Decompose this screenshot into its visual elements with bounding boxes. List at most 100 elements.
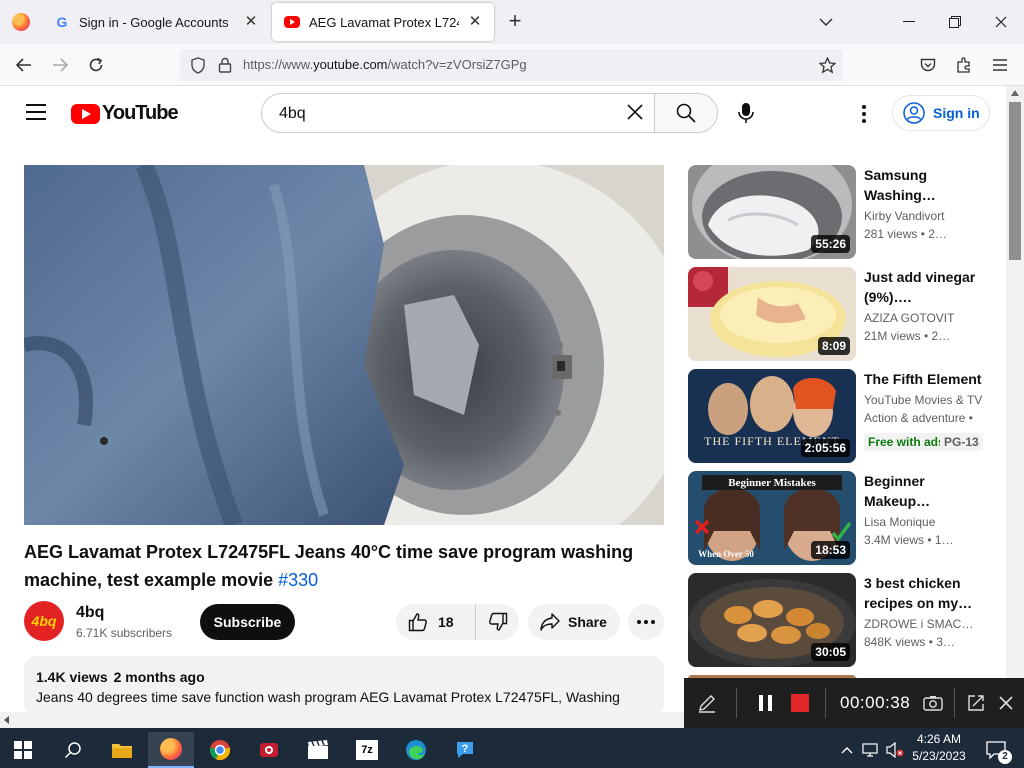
search-value: 4bq (279, 105, 306, 122)
share-icon (540, 613, 560, 631)
bookmark-star-icon[interactable] (815, 53, 839, 77)
screen-recorder-toolbar: 00:00:38 (684, 678, 1024, 728)
expand-icon[interactable] (961, 688, 991, 718)
settings-more-icon[interactable] (852, 100, 876, 128)
recommendation-channel[interactable]: ZDROWE i SMAC… (864, 617, 973, 631)
youtube-logo[interactable]: YouTube (71, 102, 179, 125)
restore-icon[interactable] (932, 0, 978, 44)
guide-menu-icon[interactable] (24, 104, 48, 124)
recommendation-channel[interactable]: Lisa Monique (864, 515, 935, 529)
recommendation-channel[interactable]: AZIZA GOTOVIT (864, 311, 954, 325)
firefox-icon (12, 13, 30, 31)
close-tab-icon[interactable]: ✕ (242, 13, 260, 31)
dislike-button[interactable] (476, 604, 519, 640)
recommendation-channel[interactable]: YouTube Movies & TV (864, 393, 982, 407)
recommendation-thumbnail[interactable]: 55:26 (688, 165, 856, 259)
file-explorer-icon[interactable] (99, 732, 145, 768)
search-button[interactable] (654, 93, 718, 133)
clear-search-icon[interactable] (621, 100, 649, 128)
recommendation-title[interactable]: Samsung Washing… (864, 165, 992, 205)
forward-icon[interactable] (48, 53, 72, 77)
firefox-menu-button[interactable] (0, 0, 42, 44)
stop-record-icon[interactable] (785, 688, 815, 718)
recommendation-thumbnail[interactable]: 30:05 (688, 573, 856, 667)
recommendation-item[interactable]: 30:05 3 best chicken recipes on my… ZDRO… (688, 573, 998, 669)
channel-name[interactable]: 4bq (76, 604, 104, 622)
new-tab-icon[interactable]: + (503, 10, 527, 34)
recommendation-meta: 848K views • 3… (864, 635, 955, 649)
reload-icon[interactable] (84, 53, 108, 77)
like-button[interactable]: 18 (396, 604, 476, 640)
camera-icon[interactable] (918, 688, 948, 718)
system-clock[interactable]: 4:26 AM 5/23/2023 (908, 731, 970, 765)
channel-avatar[interactable]: 4bq (24, 601, 64, 641)
description-box[interactable]: 1.4K views 2 months ago Jeans 40 degrees … (24, 656, 664, 716)
recommendation-thumbnail[interactable]: Beginner Mistakes When Over 50 18:53 (688, 471, 856, 565)
google-favicon-icon: G (56, 14, 68, 30)
list-tabs-icon[interactable] (803, 0, 849, 44)
screen-recorder-app-icon[interactable] (246, 732, 292, 768)
scrollbar-thumb[interactable] (1009, 102, 1021, 260)
more-actions-icon[interactable] (628, 604, 664, 640)
sign-in-button[interactable]: Sign in (892, 95, 990, 131)
pen-icon[interactable] (692, 688, 722, 718)
video-frame (24, 165, 664, 525)
tab-youtube-video[interactable]: AEG Lavamat Protex L72475FL J ✕ (272, 3, 494, 41)
tab-google-sign-in[interactable]: G Sign in - Google Accounts ✕ (42, 0, 270, 44)
firefox-taskbar-icon[interactable] (148, 732, 194, 768)
subscribe-button[interactable]: Subscribe (200, 604, 295, 640)
taskbar-search-icon[interactable] (50, 732, 96, 768)
video-editor-icon[interactable] (295, 732, 341, 768)
youtube-play-icon (71, 103, 100, 124)
volume-muted-icon[interactable] (882, 732, 908, 768)
pause-icon[interactable] (751, 688, 781, 718)
back-icon[interactable] (12, 53, 36, 77)
help-icon[interactable]: ? (442, 732, 488, 768)
close-window-icon[interactable] (978, 0, 1024, 44)
notifications-icon[interactable]: 2 (978, 732, 1014, 768)
clock-date: 5/23/2023 (912, 749, 966, 763)
recommendation-title[interactable]: Beginner Makeup… (864, 471, 992, 511)
pocket-icon[interactable] (916, 53, 940, 77)
recommendation-item[interactable]: Beginner Mistakes When Over 50 18:53 Beg… (688, 471, 998, 567)
menu-icon[interactable] (988, 53, 1012, 77)
recommendation-channel[interactable]: Kirby Vandivort (864, 209, 944, 223)
edge-icon[interactable] (393, 732, 439, 768)
chrome-icon[interactable] (197, 732, 243, 768)
minimize-icon[interactable] (886, 0, 932, 44)
url-text[interactable]: https://www.youtube.com/watch?v=zVOrsiZ7… (243, 57, 527, 72)
windows-taskbar: 7z ? 4:26 AM 5/23/2023 2 (0, 728, 1024, 768)
lock-icon[interactable] (213, 53, 237, 77)
recommendation-thumbnail[interactable]: THE FIFTH ELEMENT 2:05:56 (688, 369, 856, 463)
youtube-logo-text: YouTube (102, 102, 179, 124)
recommendation-title[interactable]: 3 best chicken recipes on my… (864, 573, 992, 613)
scroll-up-icon[interactable] (1011, 90, 1019, 96)
url-bar[interactable]: https://www.youtube.com/watch?v=zVOrsiZ7… (180, 49, 843, 81)
video-player[interactable] (24, 165, 664, 525)
recommendation-item[interactable]: 55:26 Samsung Washing… Kirby Vandivort 2… (688, 165, 998, 261)
recommendation-title[interactable]: Just add vinegar (9%)…. (864, 267, 992, 307)
network-icon[interactable] (858, 732, 884, 768)
vertical-scrollbar[interactable] (1006, 86, 1024, 712)
close-tab-icon[interactable]: ✕ (466, 13, 484, 31)
recommendation-thumbnail[interactable]: 8:09 (688, 267, 856, 361)
scroll-left-icon[interactable] (4, 716, 9, 724)
browser-nav-bar: https://www.youtube.com/watch?v=zVOrsiZ7… (0, 44, 1024, 86)
recommendation-item[interactable]: 8:09 Just add vinegar (9%)…. AZIZA GOTOV… (688, 267, 998, 363)
share-button[interactable]: Share (528, 604, 620, 640)
search-input[interactable]: 4bq (261, 93, 655, 133)
close-recorder-icon[interactable] (991, 688, 1021, 718)
start-windows-icon[interactable] (0, 732, 46, 768)
youtube-favicon-icon (284, 16, 300, 28)
7zip-icon[interactable]: 7z (344, 732, 390, 768)
recording-timer: 00:00:38 (840, 693, 911, 712)
recommendation-title[interactable]: The Fifth Element (864, 369, 992, 389)
video-hashtag[interactable]: #330 (278, 570, 318, 590)
recommendation-meta: 281 views • 2… (864, 227, 947, 241)
subscriber-count: 6.71K subscribers (76, 626, 173, 640)
extensions-icon[interactable] (952, 53, 976, 77)
recommendation-item[interactable]: THE FIFTH ELEMENT 2:05:56 The Fifth Elem… (688, 369, 998, 465)
show-hidden-icons-icon[interactable] (834, 732, 860, 768)
tracking-protection-icon[interactable] (186, 53, 210, 77)
voice-search-button[interactable] (728, 95, 764, 131)
